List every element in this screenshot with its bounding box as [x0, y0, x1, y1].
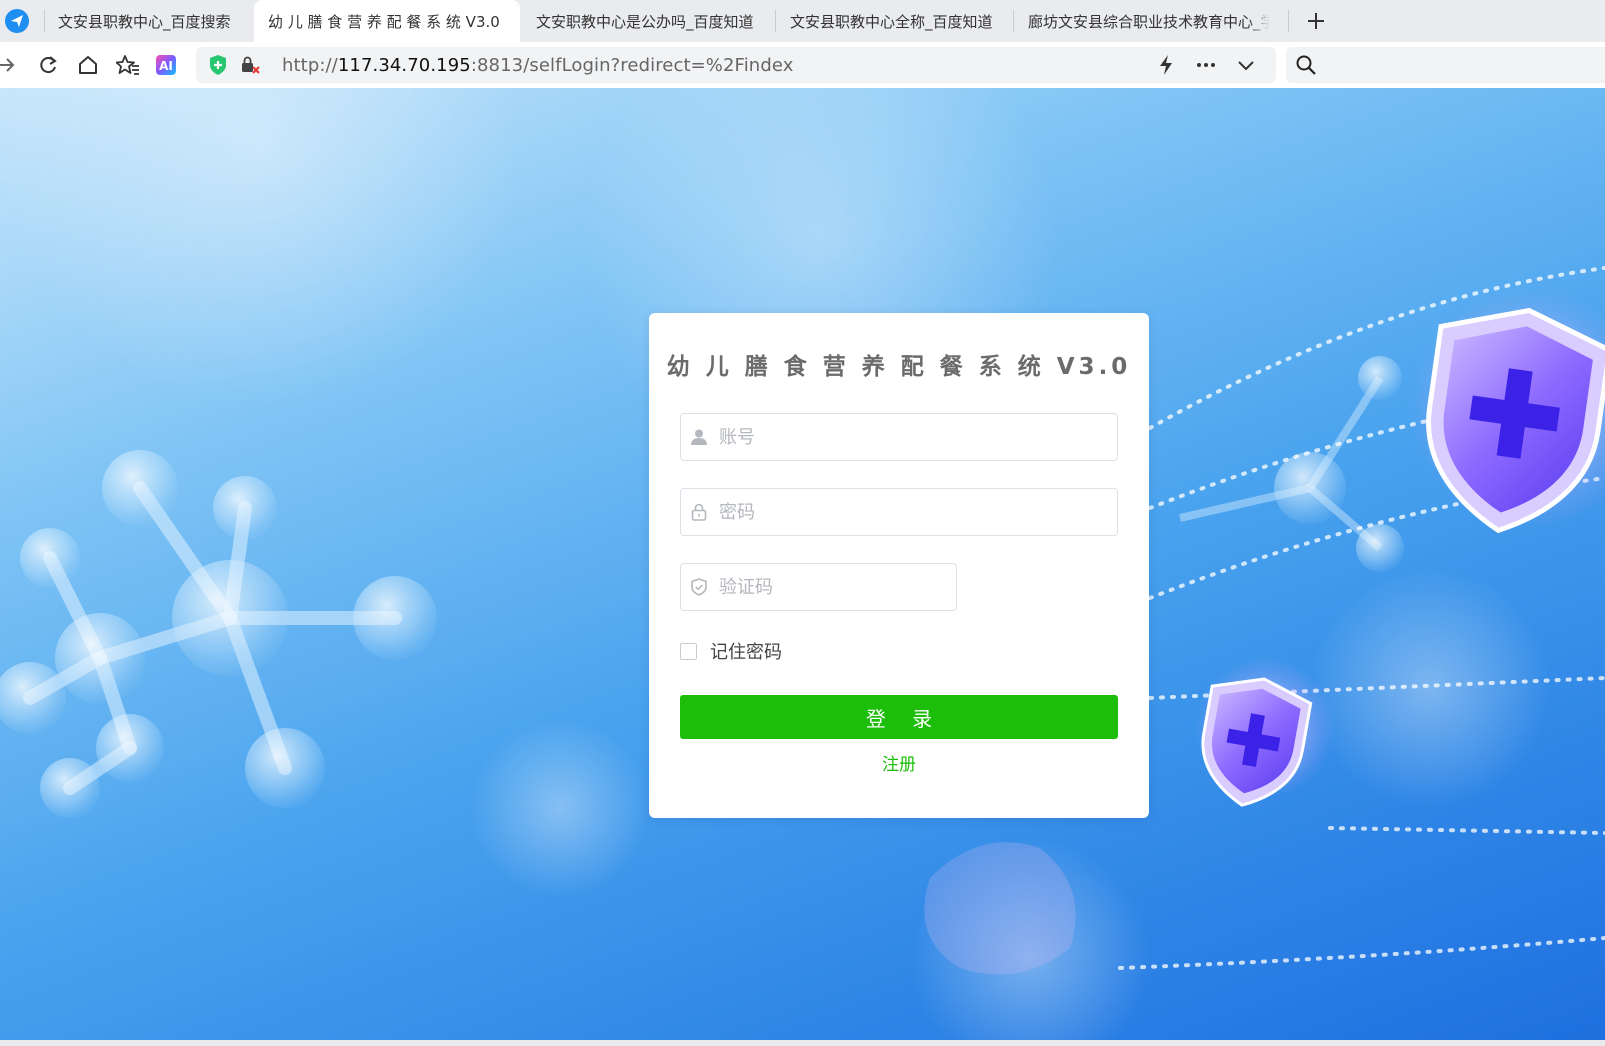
svg-text:AI: AI [159, 59, 173, 73]
tab-label: 文安县职教中心全称_百度知道 [790, 12, 993, 31]
url-scheme: http:// [282, 55, 338, 76]
chevron-down-icon[interactable] [1234, 53, 1258, 77]
tab-zhidao-public[interactable]: 文安职教中心是公办吗_百度知道 [522, 0, 772, 42]
security-shield-icon[interactable] [206, 53, 230, 77]
captcha-field[interactable] [680, 563, 957, 611]
tab-label: 幼 儿 膳 食 营 养 配 餐 系 统 V3.0 [268, 12, 500, 31]
password-field[interactable] [680, 488, 1118, 536]
remember-password-checkbox[interactable] [680, 642, 697, 660]
remember-password-option[interactable]: 记住密码 [680, 640, 782, 663]
login-page-background: 幼 儿 膳 食 营 养 配 餐 系 统 V3.0 记住密码 登 录 注册 [0, 88, 1605, 1046]
new-tab-button[interactable] [1303, 8, 1329, 34]
search-box[interactable] [1286, 47, 1605, 83]
login-button[interactable]: 登 录 [680, 695, 1118, 739]
username-input[interactable] [719, 414, 1109, 460]
address-bar[interactable]: http://117.34.70.195:8813/selfLogin?redi… [196, 47, 1276, 83]
plus-icon [1308, 13, 1324, 29]
captcha-input[interactable] [719, 564, 949, 610]
remember-password-label: 记住密码 [710, 642, 782, 663]
navigation-bar: AI http://117.34.70.195:8813/selfLogin?r… [0, 42, 1605, 88]
ai-assistant-icon[interactable]: AI [154, 53, 178, 77]
lock-icon [689, 502, 709, 522]
user-icon [689, 427, 709, 447]
browser-logo-icon[interactable] [5, 9, 29, 33]
bottom-strip [0, 1040, 1605, 1046]
tab-strip: 文安县职教中心_百度搜索 幼 儿 膳 食 营 养 配 餐 系 统 V3.0 文安… [0, 0, 1605, 42]
reload-icon[interactable] [36, 53, 60, 77]
tab-label: 廊坊文安县综合职业技术教育中心_学 [1028, 12, 1270, 31]
system-title: 幼 儿 膳 食 营 养 配 餐 系 统 V3.0 [666, 354, 1132, 380]
tab-label: 文安职教中心是公办吗_百度知道 [536, 12, 754, 31]
password-input[interactable] [719, 489, 1109, 535]
home-icon[interactable] [76, 53, 100, 77]
register-link[interactable]: 注册 [649, 750, 1149, 775]
more-icon[interactable] [1194, 53, 1218, 77]
bookmarks-icon[interactable] [116, 53, 140, 77]
tab-active-system[interactable]: 幼 儿 膳 食 营 养 配 餐 系 统 V3.0 [254, 0, 520, 42]
tab-zhidao-fullname[interactable]: 文安县职教中心全称_百度知道 [776, 0, 1012, 42]
forward-icon[interactable] [0, 53, 18, 77]
register-link-label[interactable]: 注册 [882, 755, 916, 775]
url-host: 117.34.70.195 [337, 55, 471, 76]
tab-langfang-center[interactable]: 廊坊文安县综合职业技术教育中心_学 [1014, 0, 1270, 42]
tab-separator [1288, 10, 1289, 32]
login-card: 幼 儿 膳 食 营 养 配 餐 系 统 V3.0 记住密码 登 录 注册 [649, 313, 1149, 818]
search-icon[interactable] [1294, 53, 1318, 77]
lightning-icon[interactable] [1154, 53, 1178, 77]
username-field[interactable] [680, 413, 1118, 461]
tab-fade [1248, 0, 1270, 42]
tab-baidu-search[interactable]: 文安县职教中心_百度搜索 [44, 0, 254, 42]
tab-label: 文安县职教中心_百度搜索 [58, 12, 231, 31]
site-permission-icon[interactable] [238, 53, 262, 77]
url-path: :8813/selfLogin?redirect=%2Findex [470, 55, 794, 76]
shield-check-icon [689, 577, 709, 597]
url-text[interactable]: http://117.34.70.195:8813/selfLogin?redi… [282, 55, 793, 76]
